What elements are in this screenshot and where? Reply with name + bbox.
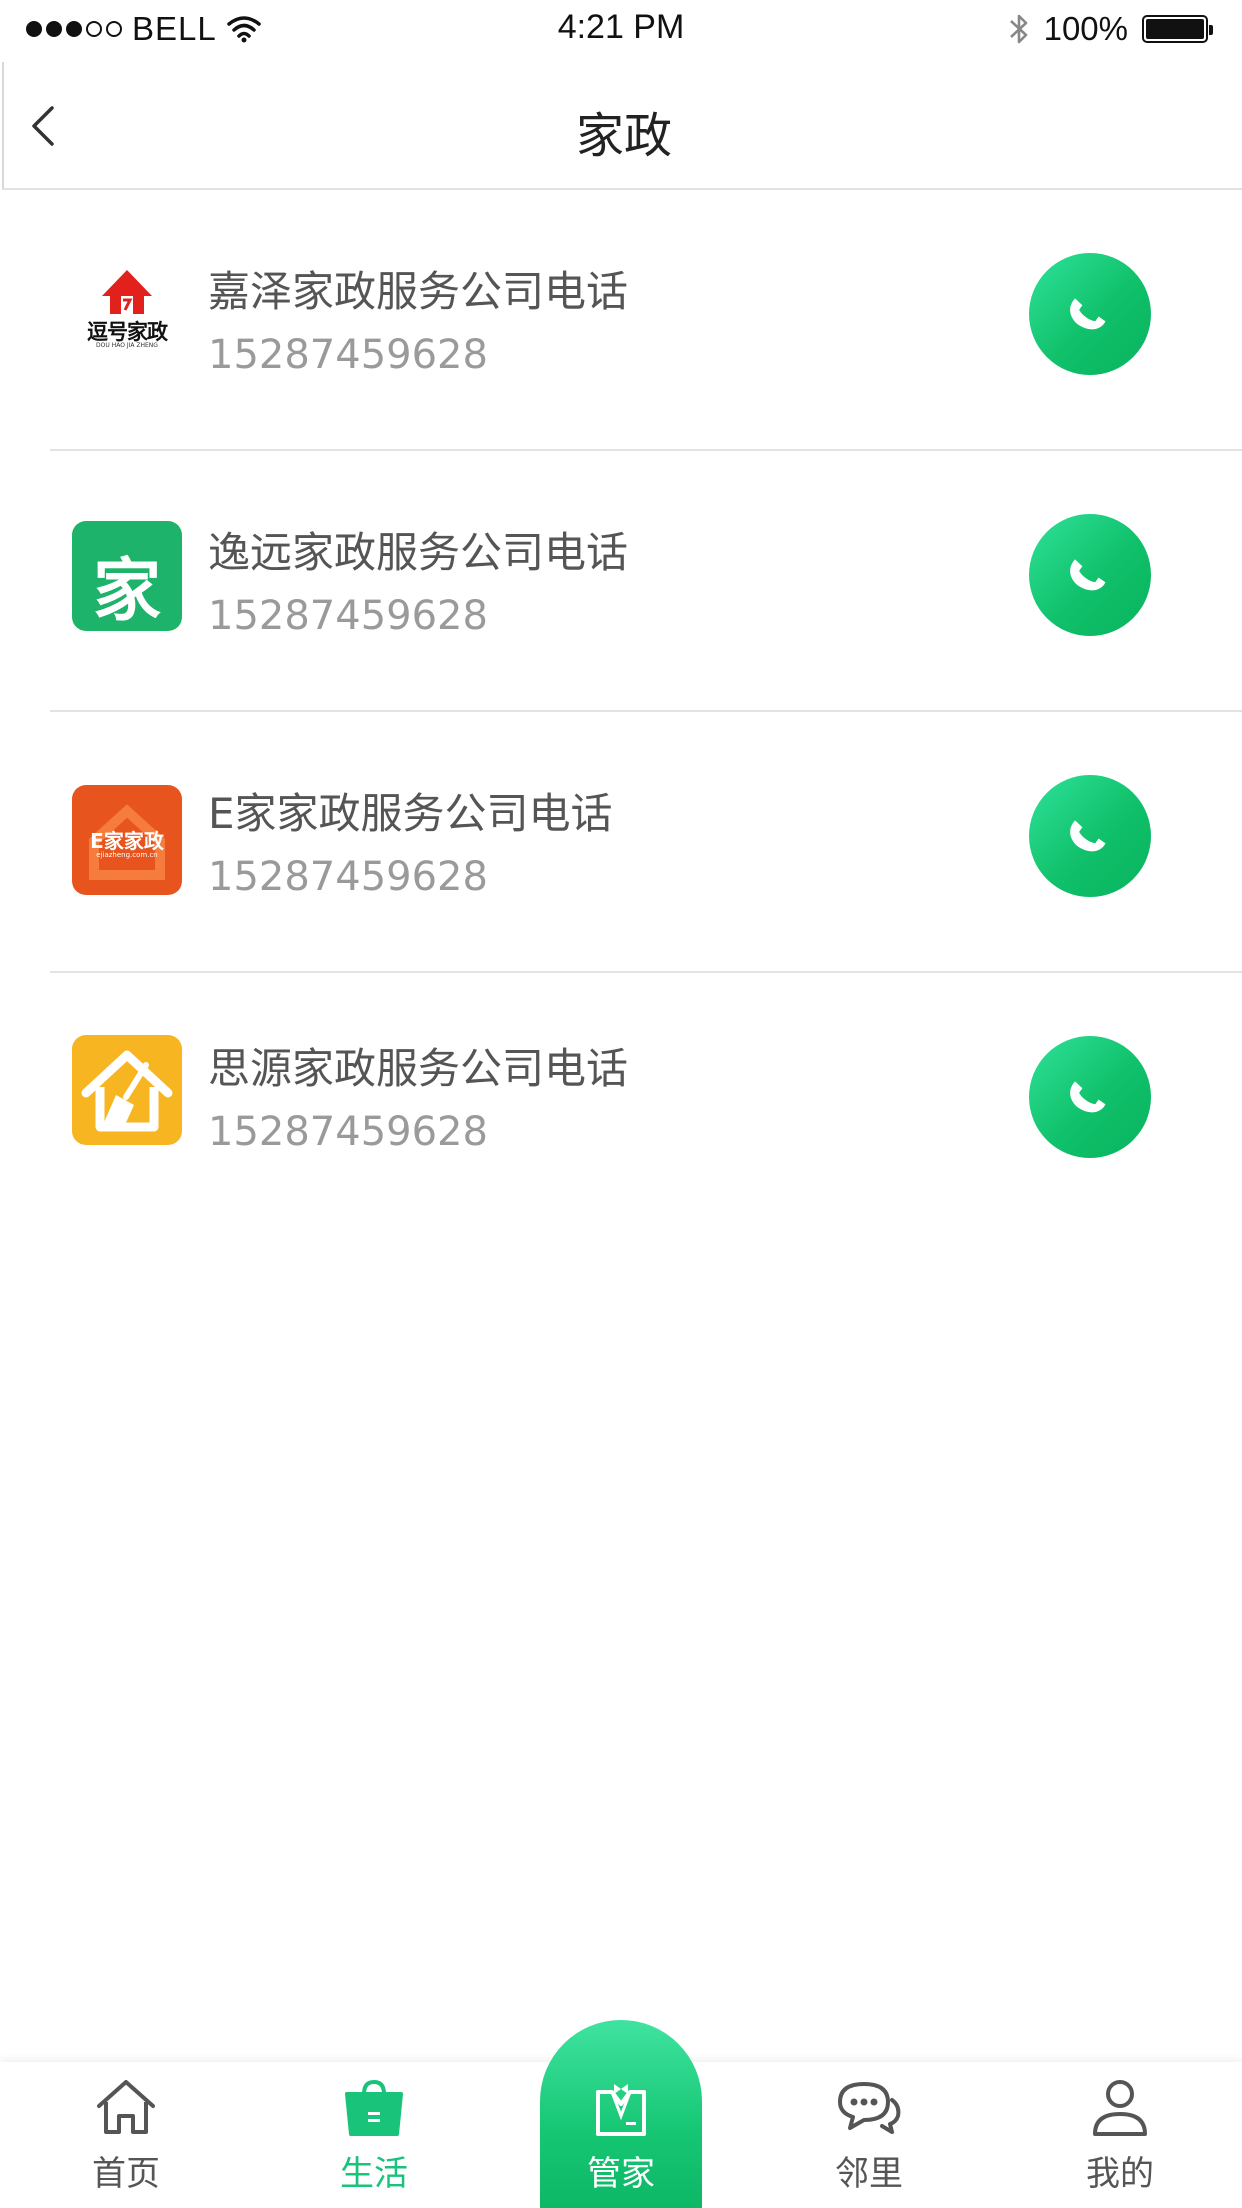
provider-list: 逗号家政 DOU HAO JIA ZHENG 嘉泽家政服务公司电话 152874… bbox=[0, 190, 1242, 1234]
company-phone: 15287459628 bbox=[208, 1109, 488, 1155]
butler-icon bbox=[596, 2084, 646, 2136]
tab-home[interactable]: 首页 bbox=[46, 2062, 206, 2208]
battery-icon bbox=[1142, 15, 1213, 43]
tab-life[interactable]: 生活 bbox=[294, 2062, 454, 2208]
tab-label: 我的 bbox=[1086, 2154, 1154, 2194]
company-logo: E家家政 ejiazheng.com.cn bbox=[72, 785, 182, 895]
house-broom-icon bbox=[81, 1050, 173, 1132]
phone-icon bbox=[1070, 820, 1106, 852]
list-item[interactable]: 思源家政服务公司电话 15287459628 bbox=[0, 973, 1242, 1234]
bluetooth-icon bbox=[1009, 14, 1027, 44]
call-button[interactable] bbox=[1029, 1036, 1151, 1158]
company-name: E家家政服务公司电话 bbox=[208, 789, 613, 838]
phone-icon bbox=[1070, 298, 1106, 330]
company-logo: 家 bbox=[72, 521, 182, 631]
tab-mine[interactable]: 我的 bbox=[1040, 2062, 1200, 2208]
call-button[interactable] bbox=[1029, 775, 1151, 897]
status-right: 100% bbox=[1008, 10, 1213, 48]
tab-label: 邻里 bbox=[835, 2154, 903, 2194]
tab-label: 生活 bbox=[340, 2154, 408, 2194]
company-name: 嘉泽家政服务公司电话 bbox=[208, 267, 629, 316]
tab-label: 首页 bbox=[92, 2154, 160, 2194]
company-phone: 15287459628 bbox=[208, 593, 488, 639]
company-phone: 15287459628 bbox=[208, 854, 488, 900]
list-item[interactable]: 逗号家政 DOU HAO JIA ZHENG 嘉泽家政服务公司电话 152874… bbox=[0, 190, 1242, 451]
company-logo bbox=[72, 1035, 182, 1145]
status-bar: BELL 4:21 PM 100% bbox=[0, 0, 1242, 60]
company-name: 思源家政服务公司电话 bbox=[208, 1044, 629, 1093]
company-logo: 逗号家政 DOU HAO JIA ZHENG bbox=[72, 262, 182, 372]
shopping-bag-icon bbox=[345, 2079, 403, 2136]
tab-neighbors[interactable]: 邻里 bbox=[789, 2062, 949, 2208]
list-item[interactable]: 家 逸远家政服务公司电话 15287459628 bbox=[0, 451, 1242, 712]
home-icon bbox=[97, 2080, 155, 2134]
list-item[interactable]: E家家政 ejiazheng.com.cn E家家政服务公司电话 1528745… bbox=[0, 712, 1242, 973]
call-button[interactable] bbox=[1029, 253, 1151, 375]
user-icon bbox=[1093, 2080, 1147, 2136]
page-title: 家政 bbox=[575, 108, 672, 164]
company-phone: 15287459628 bbox=[208, 332, 488, 378]
logo-subtext: DOU HAO JIA ZHENG bbox=[96, 342, 158, 349]
company-name: 逸远家政服务公司电话 bbox=[208, 528, 629, 577]
call-button[interactable] bbox=[1029, 514, 1151, 636]
navigation-bar: 家政 bbox=[2, 62, 1242, 190]
logo-text: E家家政 bbox=[90, 829, 164, 853]
phone-icon bbox=[1070, 559, 1106, 591]
tab-butler[interactable]: 管家 bbox=[540, 2020, 702, 2208]
tab-label: 管家 bbox=[587, 2154, 655, 2194]
logo-text: 家 bbox=[92, 552, 161, 631]
battery-percentage: 100% bbox=[1043, 10, 1128, 47]
phone-icon bbox=[1070, 1081, 1106, 1113]
chat-icon bbox=[838, 2082, 901, 2134]
logo-subtext: ejiazheng.com.cn bbox=[96, 851, 158, 859]
